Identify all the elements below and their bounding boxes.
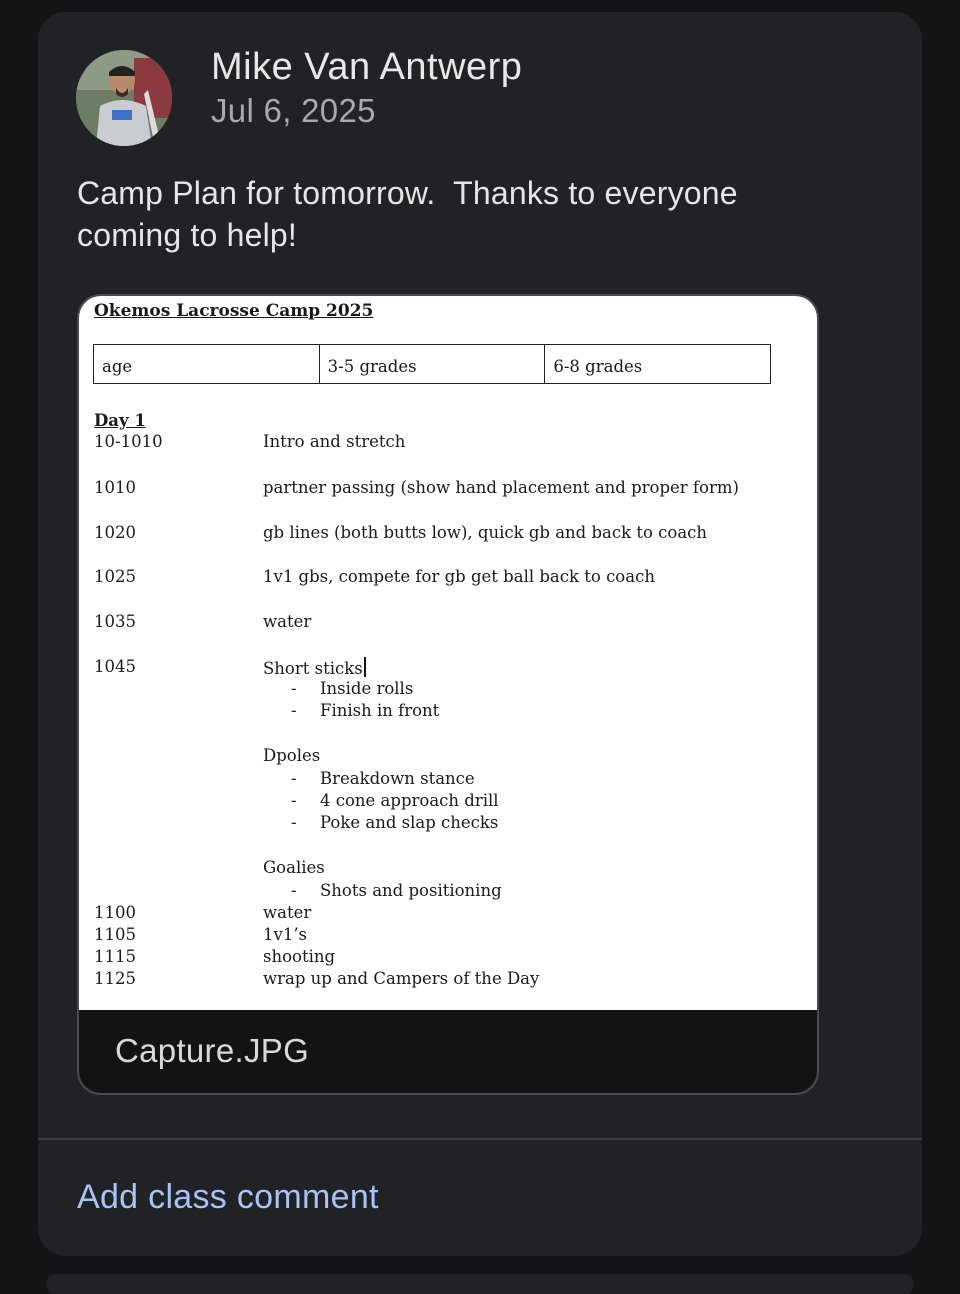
bullet-dash: -: [291, 679, 297, 698]
schedule-activity: 1v1’s: [263, 925, 308, 944]
doc-title: Okemos Lacrosse Camp 2025: [94, 301, 374, 321]
bullet-item: 4 cone approach drill: [320, 791, 499, 810]
post-card: Mike Van Antwerp Jul 6, 2025 Camp Plan f…: [38, 12, 922, 1256]
schedule-time: 1045: [94, 657, 136, 676]
schedule-activity: shooting: [263, 947, 336, 966]
text-cursor: [363, 657, 366, 677]
schedule-time: 1020: [94, 523, 136, 542]
author-name: Mike Van Antwerp: [211, 46, 523, 88]
schedule-activity: water: [263, 612, 312, 631]
bullet-dash: -: [291, 813, 297, 832]
avatar[interactable]: [76, 50, 172, 146]
schedule-time: 10-1010: [94, 432, 163, 451]
day-heading: Day 1: [94, 411, 146, 430]
table-cell: 6-8 grades: [553, 357, 643, 376]
schedule-activity: Intro and stretch: [263, 432, 406, 451]
group-label: Dpoles: [263, 746, 321, 765]
bullet-item: Inside rolls: [320, 679, 414, 698]
bullet-item: Poke and slap checks: [320, 813, 499, 832]
schedule-activity: 1v1 gbs, compete for gb get ball back to…: [263, 567, 655, 586]
schedule-activity: water: [263, 903, 312, 922]
divider: [38, 1138, 922, 1140]
schedule-time: 1010: [94, 478, 136, 497]
post-date: Jul 6, 2025: [211, 92, 376, 129]
schedule-time: 1105: [94, 925, 136, 944]
next-post-card: [46, 1274, 914, 1294]
schedule-time: 1115: [94, 947, 136, 966]
schedule-time: 1035: [94, 612, 136, 631]
schedule-time: 1125: [94, 969, 136, 988]
attachment-file-name[interactable]: Capture.JPG: [115, 1032, 309, 1070]
bullet-item: Finish in front: [320, 701, 440, 720]
bullet-dash: -: [291, 791, 297, 810]
attachment-preview: Okemos Lacrosse Camp 2025 age 3-5 grades…: [79, 296, 817, 1010]
schedule-time: 1025: [94, 567, 136, 586]
table-cell: 3-5 grades: [320, 345, 546, 383]
schedule-activity: Short sticks: [263, 657, 366, 678]
schedule-activity: wrap up and Campers of the Day: [263, 969, 540, 988]
table-cell: age: [94, 345, 320, 383]
schedule-time: 1100: [94, 903, 136, 922]
profile-photo-icon: [76, 50, 172, 146]
bullet-item: Shots and positioning: [320, 881, 502, 900]
group-label: Goalies: [263, 858, 325, 877]
schedule-activity: gb lines (both butts low), quick gb and …: [263, 523, 708, 542]
attachment-card[interactable]: Okemos Lacrosse Camp 2025 age 3-5 grades…: [77, 294, 819, 1095]
bullet-dash: -: [291, 769, 297, 788]
activity-label: Short sticks: [263, 659, 363, 678]
bullet-dash: -: [291, 701, 297, 720]
bullet-dash: -: [291, 881, 297, 900]
bullet-item: Breakdown stance: [320, 769, 475, 788]
schedule-activity: partner passing (show hand placement and…: [263, 478, 739, 497]
add-class-comment-link[interactable]: Add class comment: [77, 1178, 379, 1217]
post-text: Camp Plan for tomorrow. Thanks to everyo…: [77, 175, 738, 253]
doc-grade-table: age 3-5 grades 6-8 grades: [93, 344, 771, 384]
